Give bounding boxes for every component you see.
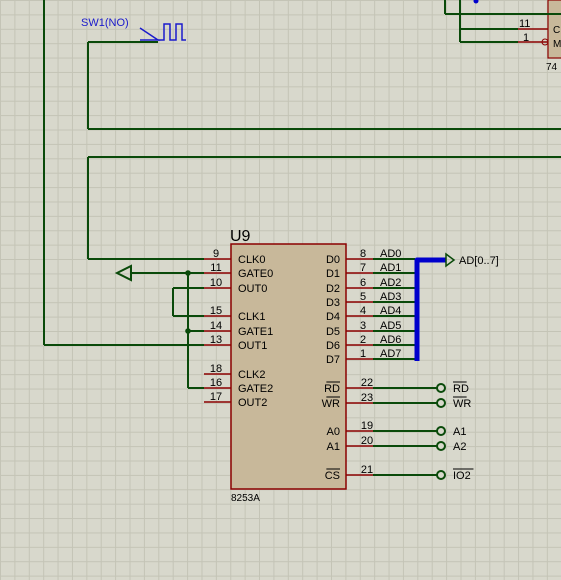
pin-number: 2 (360, 334, 366, 346)
chip-part: 8253A (231, 493, 260, 504)
pin-name: OUT2 (238, 397, 267, 409)
pin-number: 16 (210, 377, 222, 389)
pin-name: CLK2 (238, 369, 266, 381)
pin-number: 6 (360, 277, 366, 289)
net-label: RD (453, 383, 469, 395)
left-pins: 9 CLK0 11 GATE0 10 OUT0 15 CLK1 14 GATE1 13 OUT1 18 C… (204, 248, 273, 409)
net-label: AD3 (380, 291, 401, 303)
net-label: AD2 (380, 277, 401, 289)
pin-name: RD (324, 383, 340, 395)
pulse-wave-icon (158, 23, 186, 41)
pin-name: A1 (327, 441, 340, 453)
net-label: AD1 (380, 262, 401, 274)
pin-name: D4 (326, 311, 340, 323)
pin-name: OUT0 (238, 283, 267, 295)
pin-name: OUT1 (238, 340, 267, 352)
pin-number: 23 (361, 392, 373, 404)
pin-name: CS (325, 470, 340, 482)
net-label: AD4 (380, 305, 401, 317)
pin-number: 18 (210, 363, 222, 375)
power-terminal-icon (114, 264, 132, 282)
terminal-icon (436, 441, 446, 451)
net-label: AD0 (380, 248, 401, 260)
top-chip-pin-11: 11 (519, 18, 530, 30)
junction-dot (185, 270, 191, 276)
pin-name: GATE1 (238, 326, 273, 338)
pin-name: GATE2 (238, 383, 273, 395)
pin-cs[interactable]: CS 21 IO2 (325, 464, 474, 482)
net-label: A2 (453, 441, 466, 453)
net-label: A1 (453, 426, 466, 438)
pin-number: 21 (361, 464, 373, 476)
top-chip-label-c: C (553, 25, 560, 36)
top-chip-label-m: M (553, 39, 561, 50)
junction-dot (185, 328, 191, 334)
top-right-dot (473, 0, 479, 4)
pin-number: 22 (361, 377, 373, 389)
pin-number: 1 (360, 348, 366, 360)
pin-number: 8 (360, 248, 366, 260)
terminal-icon (436, 383, 446, 393)
pin-number: 19 (361, 420, 373, 432)
pin-name: D1 (326, 268, 340, 280)
switch-sw1[interactable]: SW1(NO) (81, 17, 186, 43)
pin-name: D7 (326, 354, 340, 366)
pin-number: 5 (360, 291, 366, 303)
pin-number: 3 (360, 320, 366, 332)
net-label: AD7 (380, 348, 401, 360)
bus-terminal-icon (445, 252, 456, 268)
pin-name: D0 (326, 254, 340, 266)
pin-number: 15 (210, 305, 222, 317)
pin-name: GATE0 (238, 268, 273, 280)
pin-number: 13 (210, 334, 222, 346)
chip-u9[interactable]: U9 8253A 9 CLK011 GATE010 OUT015 CLK114 GATE1… (204, 228, 474, 504)
pin-a0[interactable]: A0 19 A1 (327, 420, 467, 438)
top-chip-part: 74 (546, 62, 558, 73)
switch-label: SW1(NO) (81, 17, 129, 29)
pin-number: 17 (210, 391, 222, 403)
pin-name: D3 (326, 297, 340, 309)
pin-number: 9 (213, 248, 219, 260)
bus-line (414, 257, 446, 361)
pin-name: CLK0 (238, 254, 266, 266)
net-label: AD6 (380, 334, 401, 346)
pin-number: 7 (360, 262, 366, 274)
net-label: IO2 (453, 470, 471, 482)
pin-name: A0 (327, 426, 340, 438)
switch-arrow-icon (139, 27, 161, 41)
pin-name: D6 (326, 340, 340, 352)
data-bus[interactable]: AD[0..7] (414, 252, 499, 361)
pin-number: 14 (210, 320, 222, 332)
top-right-chip[interactable]: 11 1 C M 74 (444, 0, 561, 73)
net-label: WR (453, 398, 471, 410)
chip-ref: U9 (230, 228, 251, 245)
bus-label: AD[0..7] (459, 255, 499, 267)
pin-number: 10 (210, 277, 222, 289)
pin-number: 11 (210, 262, 221, 274)
pin-name: D5 (326, 326, 340, 338)
schematic-canvas[interactable]: 11 1 C M 74 SW1(NO) U9 8253A 9 CLK011 GA… (0, 0, 561, 580)
pin-name: CLK1 (238, 311, 266, 323)
pin-name: WR (322, 398, 340, 410)
net-label: AD5 (380, 320, 401, 332)
top-chip-pin-1: 1 (523, 32, 529, 44)
terminal-icon (436, 426, 446, 436)
pin-number: 4 (360, 305, 366, 317)
pin-number: 20 (361, 435, 373, 447)
terminal-icon (436, 470, 446, 480)
pin-a1[interactable]: A1 20 A2 (327, 435, 467, 453)
pin-name: D2 (326, 283, 340, 295)
terminal-icon (436, 398, 446, 408)
